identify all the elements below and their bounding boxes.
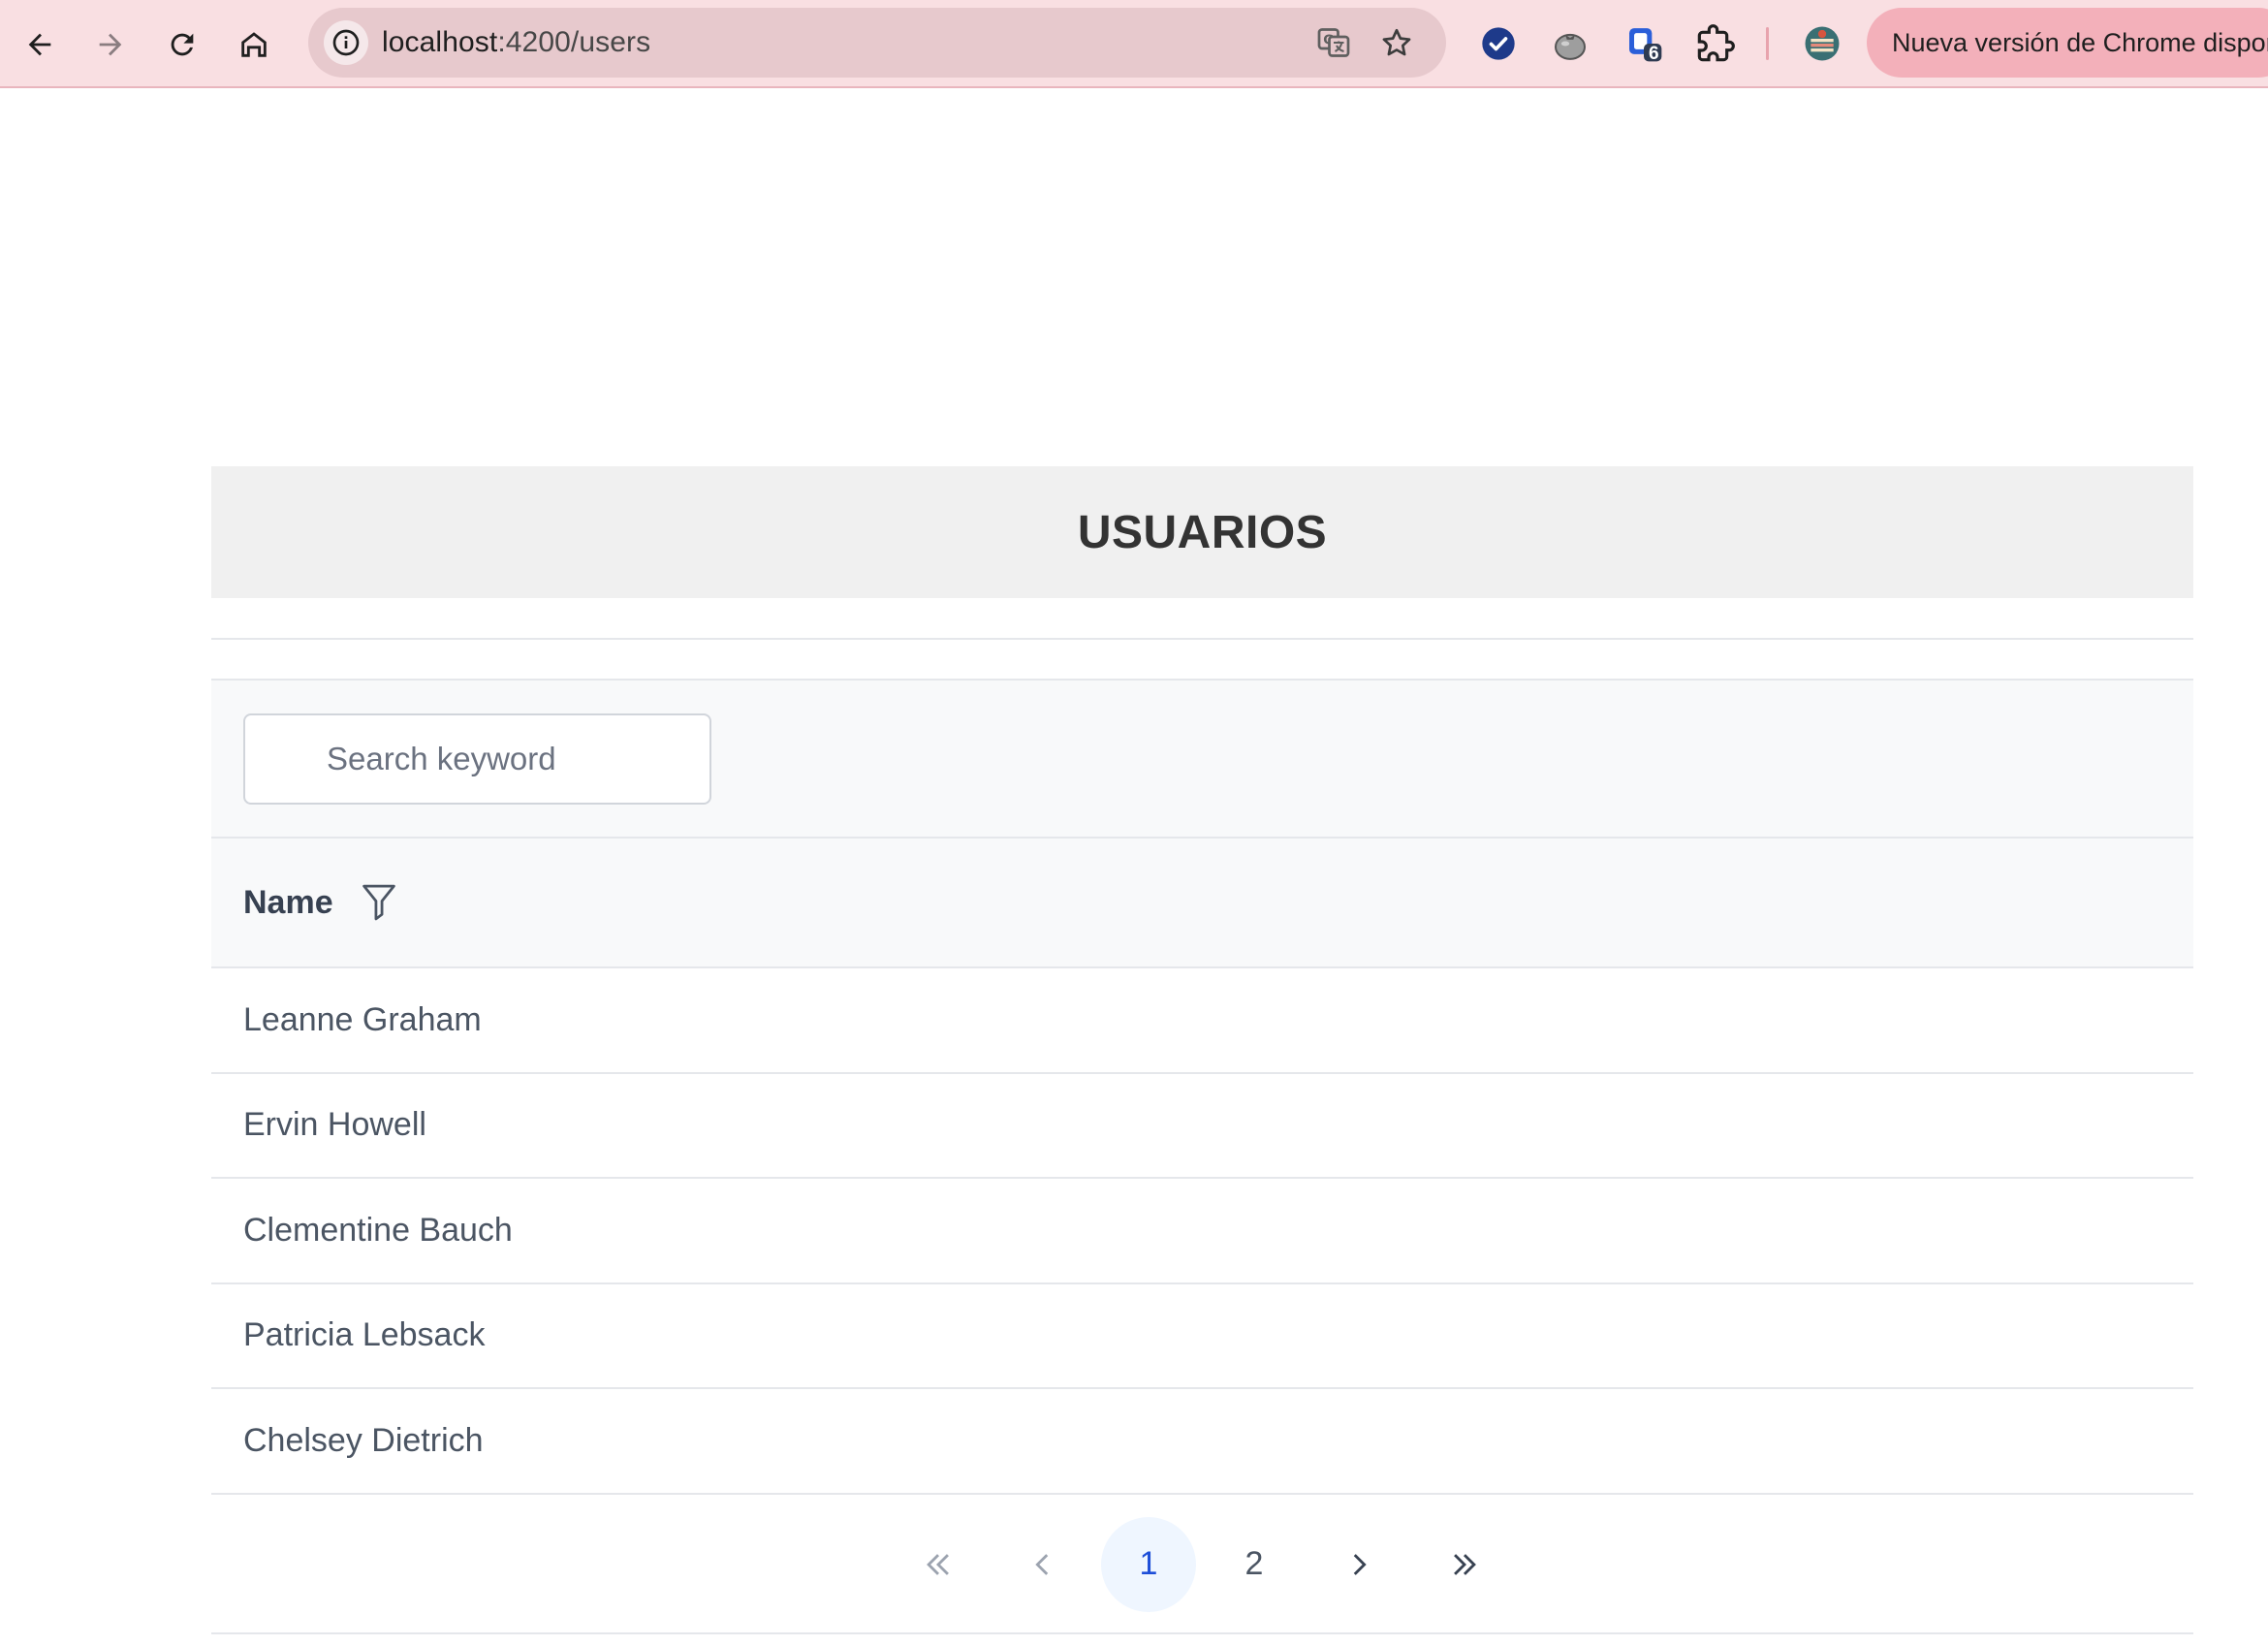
chrome-update-banner[interactable]: Nueva versión de Chrome disponible	[1867, 8, 2268, 78]
chevron-right-icon	[1353, 1553, 1367, 1575]
arrow-left-icon	[28, 33, 51, 56]
page-title: USUARIOS	[1077, 506, 1328, 558]
divider	[211, 638, 2193, 640]
table-row: Patricia Lebsack	[211, 1284, 2193, 1389]
next-page-button[interactable]	[1311, 1517, 1406, 1612]
toolbar-divider	[1766, 27, 1769, 60]
bookmark-star-icon[interactable]	[1379, 25, 1414, 60]
cell-name: Leanne Graham	[243, 1000, 482, 1038]
table-row: Leanne Graham	[211, 968, 2193, 1074]
chevrons-right-icon	[1454, 1553, 1476, 1575]
check-circle-icon	[1482, 27, 1515, 60]
forward-button[interactable]	[82, 16, 139, 73]
table-row: Ervin Howell	[211, 1074, 2193, 1179]
column-header-name[interactable]: Name	[243, 884, 333, 922]
arrow-right-icon	[99, 33, 122, 56]
avatar-icon	[1805, 26, 1840, 61]
reload-icon	[171, 33, 194, 56]
address-bar[interactable]: localhost:4200/users G	[308, 8, 1446, 78]
extension-tomato-button[interactable]	[1547, 20, 1593, 67]
extension-badge-button[interactable]: 6	[1621, 20, 1667, 67]
reload-button[interactable]	[154, 16, 210, 73]
last-page-button[interactable]	[1417, 1517, 1512, 1612]
profile-avatar-button[interactable]	[1799, 20, 1845, 67]
table-caption	[211, 681, 2193, 839]
cell-name: Chelsey Dietrich	[243, 1421, 484, 1459]
home-icon	[241, 32, 267, 57]
column-filter-button[interactable]	[357, 880, 401, 925]
filter-icon	[362, 884, 395, 921]
extension-badge-count: 6	[1649, 44, 1659, 64]
cell-name: Clementine Bauch	[243, 1211, 513, 1249]
cell-name: Ervin Howell	[243, 1106, 426, 1144]
chevrons-left-icon	[927, 1553, 949, 1575]
info-icon	[332, 29, 360, 56]
pagination: 1 2	[211, 1495, 2193, 1634]
page-header: USUARIOS	[211, 466, 2193, 598]
browser-toolbar: localhost:4200/users G 6 Nueva versión d…	[0, 0, 2268, 88]
table-row: Clementine Bauch	[211, 1179, 2193, 1284]
users-table: Name Leanne Graham Ervin Howell Clementi…	[211, 679, 2193, 1634]
puzzle-icon	[1697, 24, 1735, 62]
first-page-button[interactable]	[891, 1517, 986, 1612]
tomato-icon	[1555, 33, 1586, 60]
page-button-1[interactable]: 1	[1101, 1516, 1196, 1612]
back-button[interactable]	[12, 16, 68, 73]
extensions-menu-button[interactable]	[1692, 20, 1739, 67]
url-path: :4200/users	[497, 26, 651, 58]
cell-name: Patricia Lebsack	[243, 1316, 486, 1354]
home-button[interactable]	[226, 16, 282, 73]
url-text[interactable]: localhost:4200/users	[382, 8, 650, 78]
chevron-left-icon	[1035, 1553, 1049, 1575]
prev-page-button[interactable]	[995, 1517, 1090, 1612]
table-row: Chelsey Dietrich	[211, 1389, 2193, 1495]
translate-icon[interactable]: G	[1316, 25, 1351, 60]
search-input[interactable]	[243, 713, 711, 805]
extension-check-button[interactable]	[1475, 20, 1522, 67]
site-info-button[interactable]	[324, 20, 368, 65]
page-button-2[interactable]: 2	[1207, 1517, 1302, 1612]
table-header: Name	[211, 839, 2193, 968]
url-host: localhost	[382, 26, 498, 58]
